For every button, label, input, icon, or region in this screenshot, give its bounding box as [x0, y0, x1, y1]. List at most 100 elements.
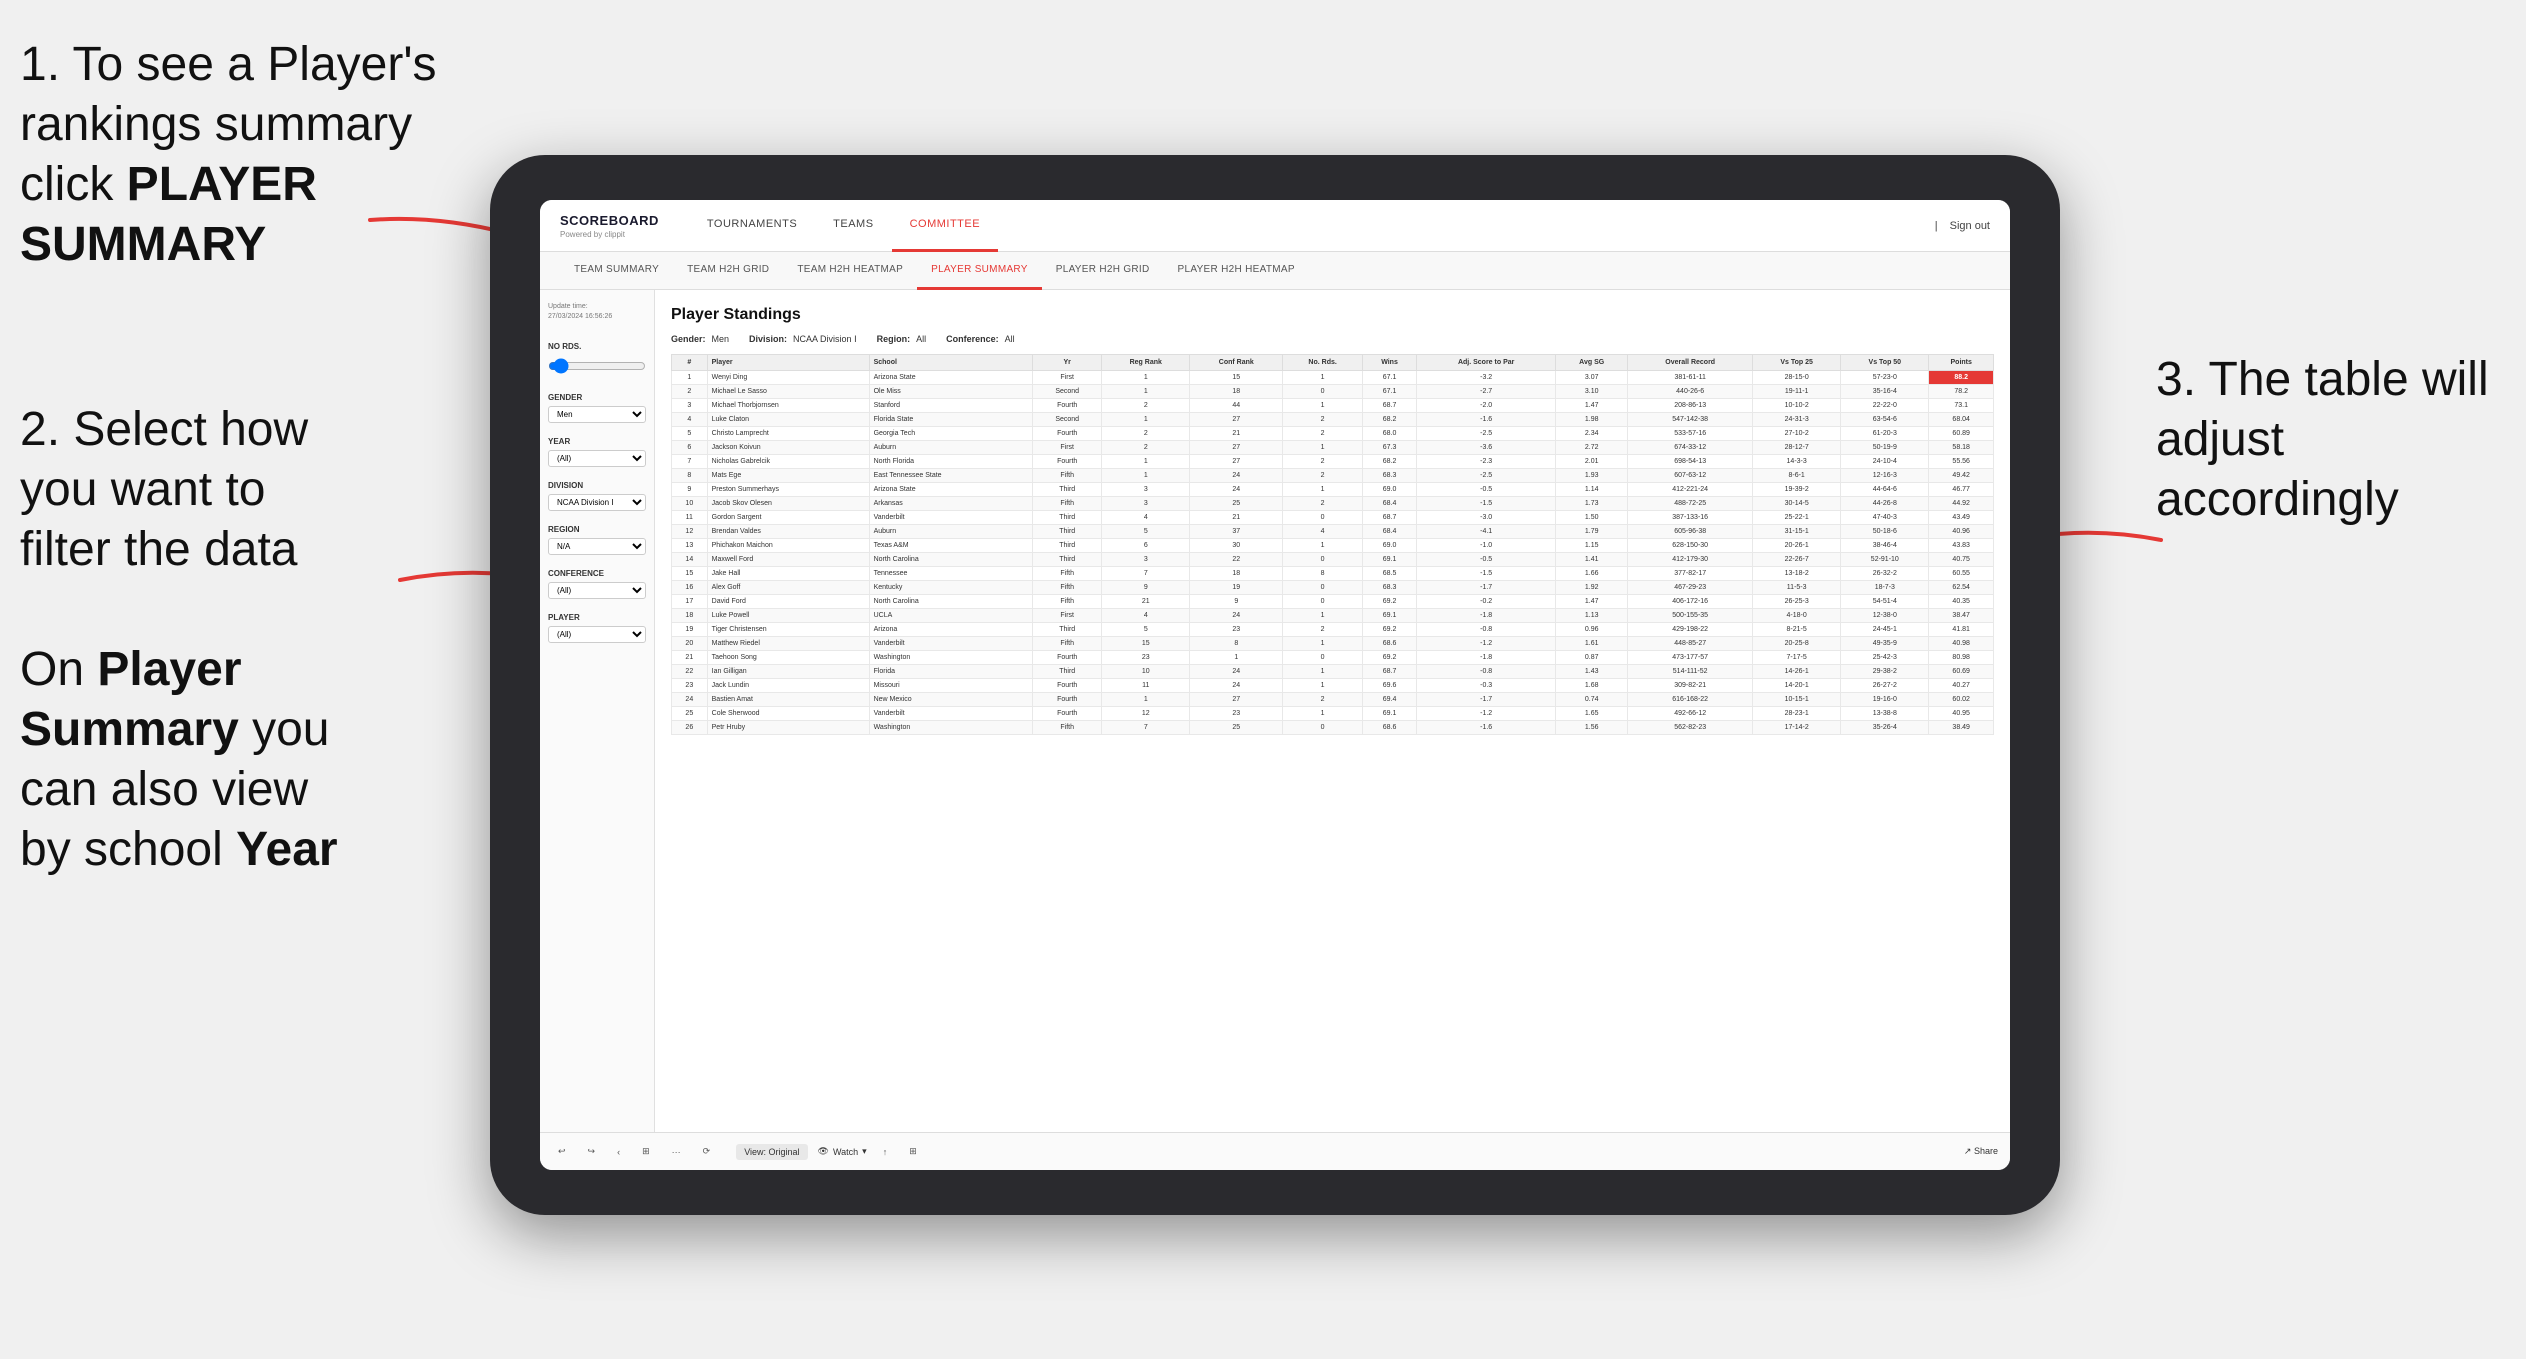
cell-adj: -1.6 [1417, 413, 1556, 427]
cell-rank: 12 [672, 525, 708, 539]
more-btn[interactable]: ··· [666, 1144, 687, 1160]
cell-points: 40.35 [1929, 595, 1994, 609]
table-row[interactable]: 15 Jake Hall Tennessee Fifth 7 18 8 68.5… [672, 567, 1994, 581]
nav-committee[interactable]: COMMITTEE [892, 200, 999, 252]
table-row[interactable]: 22 Ian Gilligan Florida Third 10 24 1 68… [672, 665, 1994, 679]
cell-rds: 0 [1283, 553, 1362, 567]
table-row[interactable]: 6 Jackson Koivun Auburn First 2 27 1 67.… [672, 441, 1994, 455]
grid-btn[interactable]: ⊞ [903, 1143, 923, 1160]
cell-player: Nicholas Gabrelcik [707, 455, 869, 469]
copy-btn[interactable]: ⊞ [636, 1143, 656, 1160]
cell-adj: -3.2 [1417, 371, 1556, 385]
undo-btn[interactable]: ↩ [552, 1143, 572, 1160]
table-row[interactable]: 16 Alex Goff Kentucky Fifth 9 19 0 68.3 … [672, 581, 1994, 595]
cell-record: 514-111-52 [1628, 665, 1753, 679]
cell-reg-rank: 1 [1102, 413, 1190, 427]
cell-vt50: 12-38-0 [1841, 609, 1929, 623]
cell-rank: 21 [672, 651, 708, 665]
table-row[interactable]: 18 Luke Powell UCLA First 4 24 1 69.1 -1… [672, 609, 1994, 623]
logo-sub: Powered by clippit [560, 230, 659, 239]
table-row[interactable]: 23 Jack Lundin Missouri Fourth 11 24 1 6… [672, 679, 1994, 693]
instruction-footer: On PlayerSummary youcan also viewby scho… [20, 640, 400, 880]
col-overall-record: Overall Record [1628, 355, 1753, 371]
cell-rank: 7 [672, 455, 708, 469]
year-select[interactable]: (All) First Second Third Fourth Fifth [548, 450, 646, 467]
share-btn[interactable]: ↗ Share [1964, 1146, 1998, 1157]
cell-vt50: 47-40-3 [1841, 511, 1929, 525]
cell-reg-rank: 1 [1102, 693, 1190, 707]
cell-rds: 2 [1283, 469, 1362, 483]
table-row[interactable]: 7 Nicholas Gabrelcik North Florida Fourt… [672, 455, 1994, 469]
table-row[interactable]: 20 Matthew Riedel Vanderbilt Fifth 15 8 … [672, 637, 1994, 651]
main-nav: TOURNAMENTS TEAMS COMMITTEE [689, 200, 1935, 252]
table-row[interactable]: 14 Maxwell Ford North Carolina Third 3 2… [672, 553, 1994, 567]
table-row[interactable]: 17 David Ford North Carolina Fifth 21 9 … [672, 595, 1994, 609]
cell-vt25: 8-6-1 [1753, 469, 1841, 483]
conference-select[interactable]: (All) [548, 582, 646, 599]
table-row[interactable]: 11 Gordon Sargent Vanderbilt Third 4 21 … [672, 511, 1994, 525]
refresh-btn[interactable]: ⟳ [697, 1143, 717, 1160]
cell-conf-rank: 24 [1190, 665, 1283, 679]
table-row[interactable]: 2 Michael Le Sasso Ole Miss Second 1 18 … [672, 385, 1994, 399]
division-select[interactable]: NCAA Division I [548, 494, 646, 511]
cell-rank: 20 [672, 637, 708, 651]
table-row[interactable]: 3 Michael Thorbjornsen Stanford Fourth 2… [672, 399, 1994, 413]
cell-vt50: 35-26-4 [1841, 721, 1929, 735]
no-rds-slider[interactable] [548, 355, 646, 377]
subnav-team-h2h-heatmap[interactable]: TEAM H2H HEATMAP [783, 252, 917, 290]
table-row[interactable]: 13 Phichakon Maichon Texas A&M Third 6 3… [672, 539, 1994, 553]
table-row[interactable]: 1 Wenyi Ding Arizona State First 1 15 1 … [672, 371, 1994, 385]
cell-reg-rank: 3 [1102, 497, 1190, 511]
table-row[interactable]: 8 Mats Ege East Tennessee State Fifth 1 … [672, 469, 1994, 483]
cell-wins: 68.7 [1362, 665, 1416, 679]
subnav-team-h2h-grid[interactable]: TEAM H2H GRID [673, 252, 783, 290]
table-row[interactable]: 19 Tiger Christensen Arizona Third 5 23 … [672, 623, 1994, 637]
cell-sg: 1.65 [1556, 707, 1628, 721]
app-header: SCOREBOARD Powered by clippit TOURNAMENT… [540, 200, 2010, 252]
col-no-rds: No. Rds. [1283, 355, 1362, 371]
table-row[interactable]: 26 Petr Hruby Washington Fifth 7 25 0 68… [672, 721, 1994, 735]
instruction-step3: 3. The table will adjust accordingly [2156, 350, 2496, 530]
cell-vt25: 4-18-0 [1753, 609, 1841, 623]
subnav-player-h2h-heatmap[interactable]: PLAYER H2H HEATMAP [1164, 252, 1309, 290]
table-row[interactable]: 5 Christo Lamprecht Georgia Tech Fourth … [672, 427, 1994, 441]
nav-tournaments[interactable]: TOURNAMENTS [689, 200, 815, 252]
cell-reg-rank: 9 [1102, 581, 1190, 595]
watch-btn[interactable]: 👁 Watch ▾ [818, 1146, 867, 1157]
table-row[interactable]: 24 Bastien Amat New Mexico Fourth 1 27 2… [672, 693, 1994, 707]
table-row[interactable]: 9 Preston Summerhays Arizona State Third… [672, 483, 1994, 497]
table-row[interactable]: 12 Brendan Valdes Auburn Third 5 37 4 68… [672, 525, 1994, 539]
cell-adj: -1.7 [1417, 581, 1556, 595]
table-row[interactable]: 4 Luke Claton Florida State Second 1 27 … [672, 413, 1994, 427]
table-row[interactable]: 10 Jacob Skov Olesen Arkansas Fifth 3 25… [672, 497, 1994, 511]
nav-teams[interactable]: TEAMS [815, 200, 891, 252]
cell-rank: 11 [672, 511, 708, 525]
cell-points: 60.89 [1929, 427, 1994, 441]
gender-select[interactable]: Men Women [548, 406, 646, 423]
cell-rds: 2 [1283, 427, 1362, 441]
cell-adj: -2.3 [1417, 455, 1556, 469]
cell-adj: -1.0 [1417, 539, 1556, 553]
export-btn[interactable]: ↑ [877, 1144, 894, 1160]
cell-points: 55.56 [1929, 455, 1994, 469]
cell-reg-rank: 2 [1102, 399, 1190, 413]
cell-points: 68.04 [1929, 413, 1994, 427]
cell-player: David Ford [707, 595, 869, 609]
view-label[interactable]: View: Original [736, 1144, 807, 1160]
table-row[interactable]: 21 Taehoon Song Washington Fourth 23 1 0… [672, 651, 1994, 665]
cell-player: Phichakon Maichon [707, 539, 869, 553]
subnav-player-summary[interactable]: PLAYER SUMMARY [917, 252, 1042, 290]
subnav-team-summary[interactable]: TEAM SUMMARY [560, 252, 673, 290]
cell-adj: -2.5 [1417, 469, 1556, 483]
cell-rank: 3 [672, 399, 708, 413]
redo-btn[interactable]: ↪ [582, 1143, 602, 1160]
table-row[interactable]: 25 Cole Sherwood Vanderbilt Fourth 12 23… [672, 707, 1994, 721]
cell-record: 500-155-35 [1628, 609, 1753, 623]
player-select[interactable]: (All) [548, 626, 646, 643]
region-select[interactable]: N/A All [548, 538, 646, 555]
cell-adj: -1.5 [1417, 567, 1556, 581]
cell-rds: 2 [1283, 455, 1362, 469]
sign-out-link[interactable]: Sign out [1950, 220, 1990, 232]
subnav-player-h2h-grid[interactable]: PLAYER H2H GRID [1042, 252, 1164, 290]
back-btn[interactable]: ‹ [611, 1144, 626, 1160]
